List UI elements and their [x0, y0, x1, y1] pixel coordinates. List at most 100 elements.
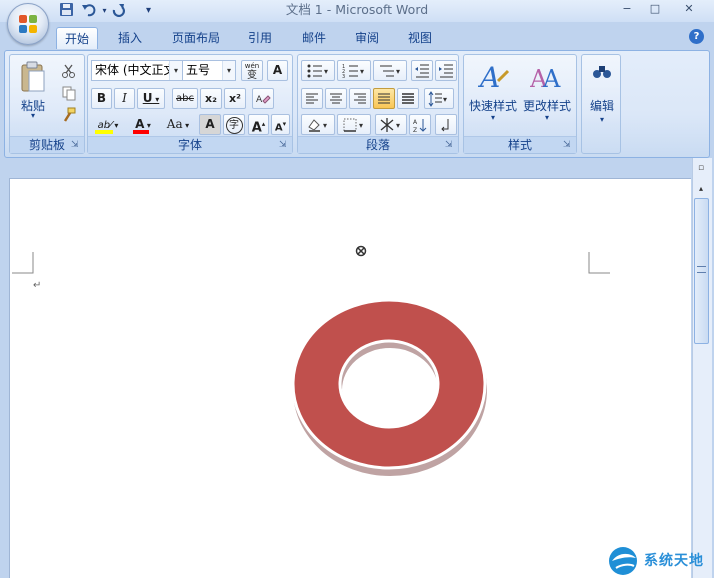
save-icon[interactable]: [58, 2, 75, 19]
font-group-label: 字体: [88, 136, 292, 153]
scroll-thumb-grip: [697, 266, 706, 273]
justify-icon[interactable]: [373, 88, 395, 109]
maximize-button[interactable]: □: [642, 1, 668, 17]
quick-styles-label: 快速样式: [468, 99, 517, 113]
editing-group: 编辑 ▾: [581, 54, 621, 154]
superscript-button[interactable]: x²: [224, 88, 246, 109]
clipboard-group: 粘贴 ▾ 剪贴板 ⇲: [9, 54, 85, 154]
svg-text:Z: Z: [413, 127, 417, 133]
styles-launcher-icon[interactable]: ⇲: [563, 140, 573, 150]
increase-indent-icon[interactable]: [435, 60, 457, 81]
shrink-font-label: A: [274, 122, 283, 134]
tab-review[interactable]: 审阅: [346, 27, 388, 49]
font-size-value: 五号: [186, 63, 211, 77]
svg-text:A: A: [413, 119, 418, 126]
styles-group: A 快速样式 ▾ A A 更改样式 ▾ 样式 ⇲: [463, 54, 577, 154]
tab-home[interactable]: 开始: [56, 27, 98, 49]
shrink-font-button[interactable]: A▾: [271, 114, 290, 135]
redo-icon[interactable]: [110, 2, 127, 19]
svg-text:▾: ▾: [443, 95, 447, 104]
scroll-up-icon[interactable]: ▴: [693, 182, 709, 196]
grow-font-button[interactable]: A▴: [248, 114, 269, 135]
enclose-characters-button[interactable]: 字: [223, 114, 245, 135]
grow-font-label: A: [251, 120, 262, 136]
underline-button[interactable]: U ▾: [137, 88, 165, 109]
svg-text:A: A: [542, 65, 561, 93]
copy-icon[interactable]: [58, 82, 80, 103]
line-spacing-icon[interactable]: ▾: [424, 88, 454, 109]
align-center-icon[interactable]: [325, 88, 347, 109]
phonetic-guide-button[interactable]: wén 变: [241, 60, 263, 81]
phonetic-guide-char: 变: [247, 70, 257, 81]
multilevel-list-button[interactable]: ▾: [373, 60, 407, 81]
tab-mailings[interactable]: 邮件: [292, 27, 336, 49]
decrease-indent-icon[interactable]: [411, 60, 433, 81]
bullets-button[interactable]: ▾: [301, 60, 335, 81]
italic-button[interactable]: I: [114, 88, 135, 109]
close-button[interactable]: ✕: [676, 1, 702, 17]
show-marks-icon[interactable]: [435, 114, 457, 135]
rotation-handle-icon[interactable]: [355, 245, 367, 257]
numbering-button[interactable]: 1 2 3 ▾: [337, 60, 371, 81]
svg-text:▾: ▾: [323, 121, 327, 130]
quick-styles-dropdown-icon: ▾: [490, 113, 495, 122]
paragraph-mark: ↵: [33, 280, 42, 291]
font-size-dropdown-icon[interactable]: ▾: [222, 61, 235, 80]
editing-button[interactable]: 编辑 ▾: [584, 59, 620, 133]
text-highlight-button[interactable]: ab⁄ ▾: [91, 114, 125, 135]
clipboard-launcher-icon[interactable]: ⇲: [71, 140, 81, 150]
clear-formatting-icon[interactable]: A: [252, 88, 274, 109]
svg-text:A: A: [478, 61, 500, 93]
cut-icon[interactable]: [58, 60, 80, 81]
enclose-characters-label: 字: [225, 117, 243, 134]
margin-corner-top-right: [588, 252, 610, 274]
tab-references[interactable]: 引用: [240, 27, 280, 49]
font-color-bar: [133, 130, 149, 134]
align-left-icon[interactable]: [301, 88, 323, 109]
change-styles-button[interactable]: A A 更改样式 ▾: [522, 59, 572, 129]
quick-styles-button[interactable]: A 快速样式 ▾: [468, 59, 518, 129]
font-group: 宋体 (中文正文) ▾ 五号 ▾ wén 变 A B I U ▾ abc x₂ x…: [87, 54, 293, 154]
minimize-button[interactable]: −: [614, 1, 640, 17]
distributed-icon[interactable]: [397, 88, 419, 109]
svg-text:▾: ▾: [359, 121, 363, 130]
subscript-button[interactable]: x₂: [200, 88, 222, 109]
chinese-layout-icon[interactable]: ▾: [375, 114, 407, 135]
character-shading-button[interactable]: A: [199, 114, 221, 135]
ribbon-tabs: 开始 插入 页面布局 引用 邮件 审阅 视图 ?: [0, 22, 714, 50]
font-color-button[interactable]: A ▾: [128, 114, 158, 135]
character-border-button[interactable]: A: [267, 60, 288, 81]
change-styles-label: 更改样式: [522, 99, 571, 113]
borders-icon[interactable]: ▾: [337, 114, 371, 135]
strikethrough-button[interactable]: abc: [172, 88, 198, 109]
paragraph-launcher-icon[interactable]: ⇲: [445, 140, 455, 150]
tab-view[interactable]: 视图: [398, 27, 442, 49]
paragraph-group: ▾ 1 2 3 ▾ ▾ ▾ ▾ ▾ ▾ A Z 段落 ⇲: [297, 54, 459, 154]
watermark-text: 系统天地: [644, 553, 704, 569]
font-size-combo[interactable]: 五号 ▾: [182, 60, 236, 81]
undo-icon[interactable]: [80, 2, 97, 19]
styles-group-label: 样式: [464, 136, 576, 153]
sort-icon[interactable]: AZ: [409, 114, 431, 135]
shading-icon[interactable]: ▾: [301, 114, 335, 135]
change-case-button[interactable]: Aa ▾: [161, 114, 195, 135]
margin-corner-top-left: [12, 252, 34, 274]
font-launcher-icon[interactable]: ⇲: [279, 140, 289, 150]
svg-text:▾: ▾: [396, 121, 400, 130]
paste-button[interactable]: 粘贴 ▾: [16, 59, 50, 121]
donut-shape[interactable]: [286, 292, 496, 482]
svg-text:3: 3: [342, 74, 345, 79]
tab-page-layout[interactable]: 页面布局: [164, 27, 228, 49]
ruler-toggle-icon[interactable]: ▫: [694, 163, 708, 177]
font-name-dropdown-icon[interactable]: ▾: [169, 61, 182, 80]
svg-text:▾: ▾: [396, 67, 400, 76]
font-name-value: 宋体 (中文正文): [95, 63, 181, 77]
bold-button[interactable]: B: [91, 88, 112, 109]
font-name-combo[interactable]: 宋体 (中文正文) ▾: [91, 60, 183, 81]
help-icon[interactable]: ?: [689, 29, 704, 44]
tab-insert[interactable]: 插入: [108, 27, 152, 49]
format-painter-icon[interactable]: [58, 104, 80, 125]
ribbon: 粘贴 ▾ 剪贴板 ⇲ 宋体 (中文正文) ▾ 五号 ▾ wén 变 A B I U…: [4, 50, 710, 158]
align-right-icon[interactable]: [349, 88, 371, 109]
customize-quick-access-button[interactable]: ▾: [140, 2, 157, 19]
